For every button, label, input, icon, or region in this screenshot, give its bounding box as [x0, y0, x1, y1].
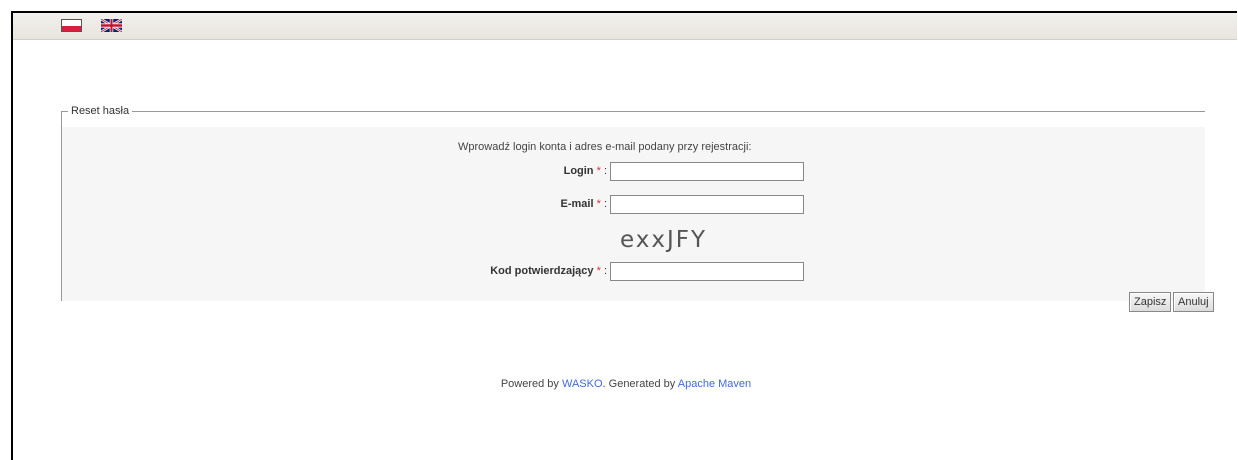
flag-uk-icon[interactable] — [101, 19, 122, 32]
email-input[interactable] — [610, 195, 804, 214]
reset-password-fieldset: Reset hasła Wprowadź login konta i adres… — [61, 105, 1214, 312]
footer-middle: . Generated by — [602, 378, 676, 390]
login-label: Login * : — [563, 165, 607, 177]
captcha-image: exxJFY — [620, 227, 708, 253]
top-bar — [13, 13, 1237, 40]
email-label: E-mail * : — [560, 198, 607, 210]
intro-text: Wprowadź login konta i adres e-mail poda… — [458, 141, 752, 153]
cancel-button[interactable]: Anuluj — [1173, 292, 1214, 312]
save-button[interactable]: Zapisz — [1129, 292, 1172, 312]
required-mark: * — [596, 198, 601, 210]
login-label-text: Login — [563, 165, 594, 177]
flag-pl-icon[interactable] — [61, 19, 82, 32]
required-mark: * — [596, 265, 601, 277]
apache-maven-link[interactable]: Apache Maven — [678, 378, 751, 390]
login-input[interactable] — [610, 162, 804, 181]
confirmation-code-input[interactable] — [610, 262, 804, 281]
code-label: Kod potwierdzający * : — [490, 265, 607, 277]
email-label-text: E-mail — [560, 198, 594, 210]
code-label-text: Kod potwierdzający — [490, 265, 594, 277]
required-mark: * — [596, 165, 601, 177]
footer-prefix: Powered by — [500, 378, 559, 390]
fieldset-legend: Reset hasła — [71, 105, 130, 117]
page-frame: Reset hasła Wprowadź login konta i adres… — [11, 11, 1237, 460]
wasko-link[interactable]: WASKO — [562, 378, 603, 390]
footer: Powered by WASKO. Generated by Apache Ma… — [13, 378, 1238, 390]
form-panel: Wprowadź login konta i adres e-mail poda… — [62, 127, 1214, 312]
